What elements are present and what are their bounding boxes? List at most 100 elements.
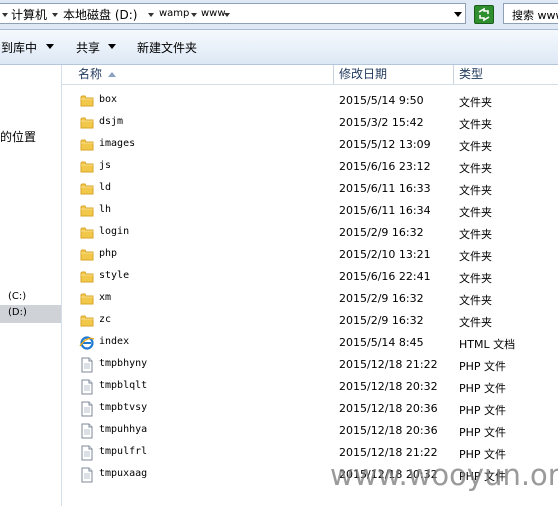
folder-icon xyxy=(79,247,95,263)
file-name: tmpuhhya xyxy=(99,424,148,435)
file-row[interactable]: xm 2015/2/9 16:32 文件夹 xyxy=(62,288,558,310)
file-row[interactable]: zc 2015/2/9 16:32 文件夹 xyxy=(62,310,558,332)
file-row[interactable]: tmpbhyny 2015/12/18 21:22 PHP 文件 xyxy=(62,354,558,376)
file-name: lh xyxy=(99,204,112,215)
file-row[interactable]: lh 2015/6/11 16:34 文件夹 xyxy=(62,200,558,222)
file-name: zc xyxy=(99,314,112,325)
file-date: 2015/12/18 20:36 xyxy=(339,402,438,415)
file-row[interactable]: js 2015/6/16 23:12 文件夹 xyxy=(62,156,558,178)
folder-icon xyxy=(79,291,95,307)
file-icon xyxy=(79,423,95,439)
file-row[interactable]: tmpuhhya 2015/12/18 20:36 PHP 文件 xyxy=(62,420,558,442)
breadcrumb-www[interactable]: www xyxy=(201,8,226,19)
file-icon xyxy=(79,357,95,373)
file-type: 文件夹 xyxy=(459,140,492,153)
new-folder-label: 新建文件夹 xyxy=(137,41,198,55)
folder-icon xyxy=(79,181,95,197)
column-name-label: 名称 xyxy=(78,67,103,81)
file-row[interactable]: login 2015/2/9 16:32 文件夹 xyxy=(62,222,558,244)
nav-selected-drive-d[interactable]: (D:) xyxy=(0,305,61,323)
file-name: login xyxy=(99,226,130,237)
column-divider[interactable] xyxy=(453,65,454,84)
file-type: PHP 文件 xyxy=(459,360,507,373)
file-date: 2015/5/14 8:45 xyxy=(339,336,424,349)
file-row[interactable]: ld 2015/6/11 16:33 文件夹 xyxy=(62,178,558,200)
file-date: 2015/6/11 16:33 xyxy=(339,182,431,195)
folder-icon xyxy=(79,159,95,175)
file-row[interactable]: style 2015/6/16 22:41 文件夹 xyxy=(62,266,558,288)
search-placeholder: 搜索 www xyxy=(512,9,558,22)
folder-icon xyxy=(79,225,95,241)
chevron-down-icon[interactable] xyxy=(2,13,8,17)
file-name: images xyxy=(99,138,136,149)
chevron-down-icon[interactable] xyxy=(148,13,154,17)
file-row[interactable]: box 2015/5/14 9:50 文件夹 xyxy=(62,90,558,112)
column-type[interactable]: 类型 xyxy=(459,65,483,84)
file-type: 文件夹 xyxy=(459,96,492,109)
include-in-library-button[interactable]: 到库中 xyxy=(1,39,37,56)
file-date: 2015/12/18 20:36 xyxy=(339,424,438,437)
folder-icon xyxy=(79,269,95,285)
folder-icon xyxy=(79,203,95,219)
file-type: PHP 文件 xyxy=(459,404,507,417)
breadcrumb-wamp[interactable]: wamp xyxy=(159,8,189,19)
nav-drive-c[interactable]: (C:) xyxy=(8,291,26,302)
share-label: 共享 xyxy=(76,41,101,55)
chevron-down-icon[interactable] xyxy=(191,13,197,17)
file-type: 文件夹 xyxy=(459,162,492,175)
file-name: tmpuxaag xyxy=(99,468,148,479)
file-icon xyxy=(79,445,95,461)
nav-recent-places[interactable]: 的位置 xyxy=(0,128,36,145)
breadcrumb-drive-d[interactable]: 本地磁盘 (D:) xyxy=(63,6,137,23)
file-name: tmpulfrl xyxy=(99,446,148,457)
file-type: 文件夹 xyxy=(459,206,492,219)
file-date: 2015/6/11 16:34 xyxy=(339,204,431,217)
file-row[interactable]: index 2015/5/14 8:45 HTML 文档 xyxy=(62,332,558,354)
file-date: 2015/3/2 15:42 xyxy=(339,116,424,129)
file-name: style xyxy=(99,270,130,281)
column-divider[interactable] xyxy=(333,65,334,84)
file-row[interactable]: tmpbtvsy 2015/12/18 20:36 PHP 文件 xyxy=(62,398,558,420)
new-folder-button[interactable]: 新建文件夹 xyxy=(137,39,197,56)
file-row[interactable]: php 2015/2/10 13:21 文件夹 xyxy=(62,244,558,266)
file-type: 文件夹 xyxy=(459,294,492,307)
chevron-down-icon[interactable] xyxy=(224,13,230,17)
refresh-button[interactable] xyxy=(474,5,494,24)
file-name: dsjm xyxy=(99,116,124,127)
address-history-dropdown-icon[interactable] xyxy=(454,12,462,17)
chevron-down-icon[interactable] xyxy=(108,44,116,49)
file-type: 文件夹 xyxy=(459,118,492,131)
sort-ascending-icon xyxy=(108,72,116,77)
command-toolbar: 到库中 共享 新建文件夹 xyxy=(0,30,558,65)
navigation-pane: 的位置 (C:) xyxy=(0,65,62,506)
file-date: 2015/5/14 9:50 xyxy=(339,94,424,107)
file-date: 2015/2/10 13:21 xyxy=(339,248,431,261)
file-name: box xyxy=(99,94,118,105)
column-date[interactable]: 修改日期 xyxy=(339,65,387,84)
file-row[interactable]: dsjm 2015/3/2 15:42 文件夹 xyxy=(62,112,558,134)
file-row[interactable]: images 2015/5/12 13:09 文件夹 xyxy=(62,134,558,156)
chevron-down-icon[interactable] xyxy=(46,44,54,49)
search-input[interactable]: 搜索 www xyxy=(503,3,558,24)
file-name: tmpbhyny xyxy=(99,358,148,369)
file-date: 2015/2/9 16:32 xyxy=(339,314,424,327)
include-in-library-label: 到库中 xyxy=(1,41,38,55)
file-name: tmpblqlt xyxy=(99,380,148,391)
nav-drive-d-label: (D:) xyxy=(8,307,27,318)
folder-icon xyxy=(79,137,95,153)
breadcrumb-computer[interactable]: 计算机 xyxy=(11,6,47,23)
file-date: 2015/2/9 16:32 xyxy=(339,292,424,305)
folder-icon xyxy=(79,313,95,329)
address-box[interactable]: 计算机 本地磁盘 (D:) wamp www xyxy=(0,3,466,24)
file-icon xyxy=(79,467,95,483)
chevron-down-icon[interactable] xyxy=(52,13,58,17)
column-name[interactable]: 名称 xyxy=(78,65,102,84)
share-button[interactable]: 共享 xyxy=(76,39,100,56)
file-row[interactable]: tmpblqlt 2015/12/18 20:32 PHP 文件 xyxy=(62,376,558,398)
watermark: www.wooyun.org xyxy=(330,458,558,492)
file-type: 文件夹 xyxy=(459,316,492,329)
file-icon xyxy=(79,379,95,395)
file-name: tmpbtvsy xyxy=(99,402,148,413)
file-type: 文件夹 xyxy=(459,228,492,241)
column-header: 名称 修改日期 类型 xyxy=(62,65,558,85)
